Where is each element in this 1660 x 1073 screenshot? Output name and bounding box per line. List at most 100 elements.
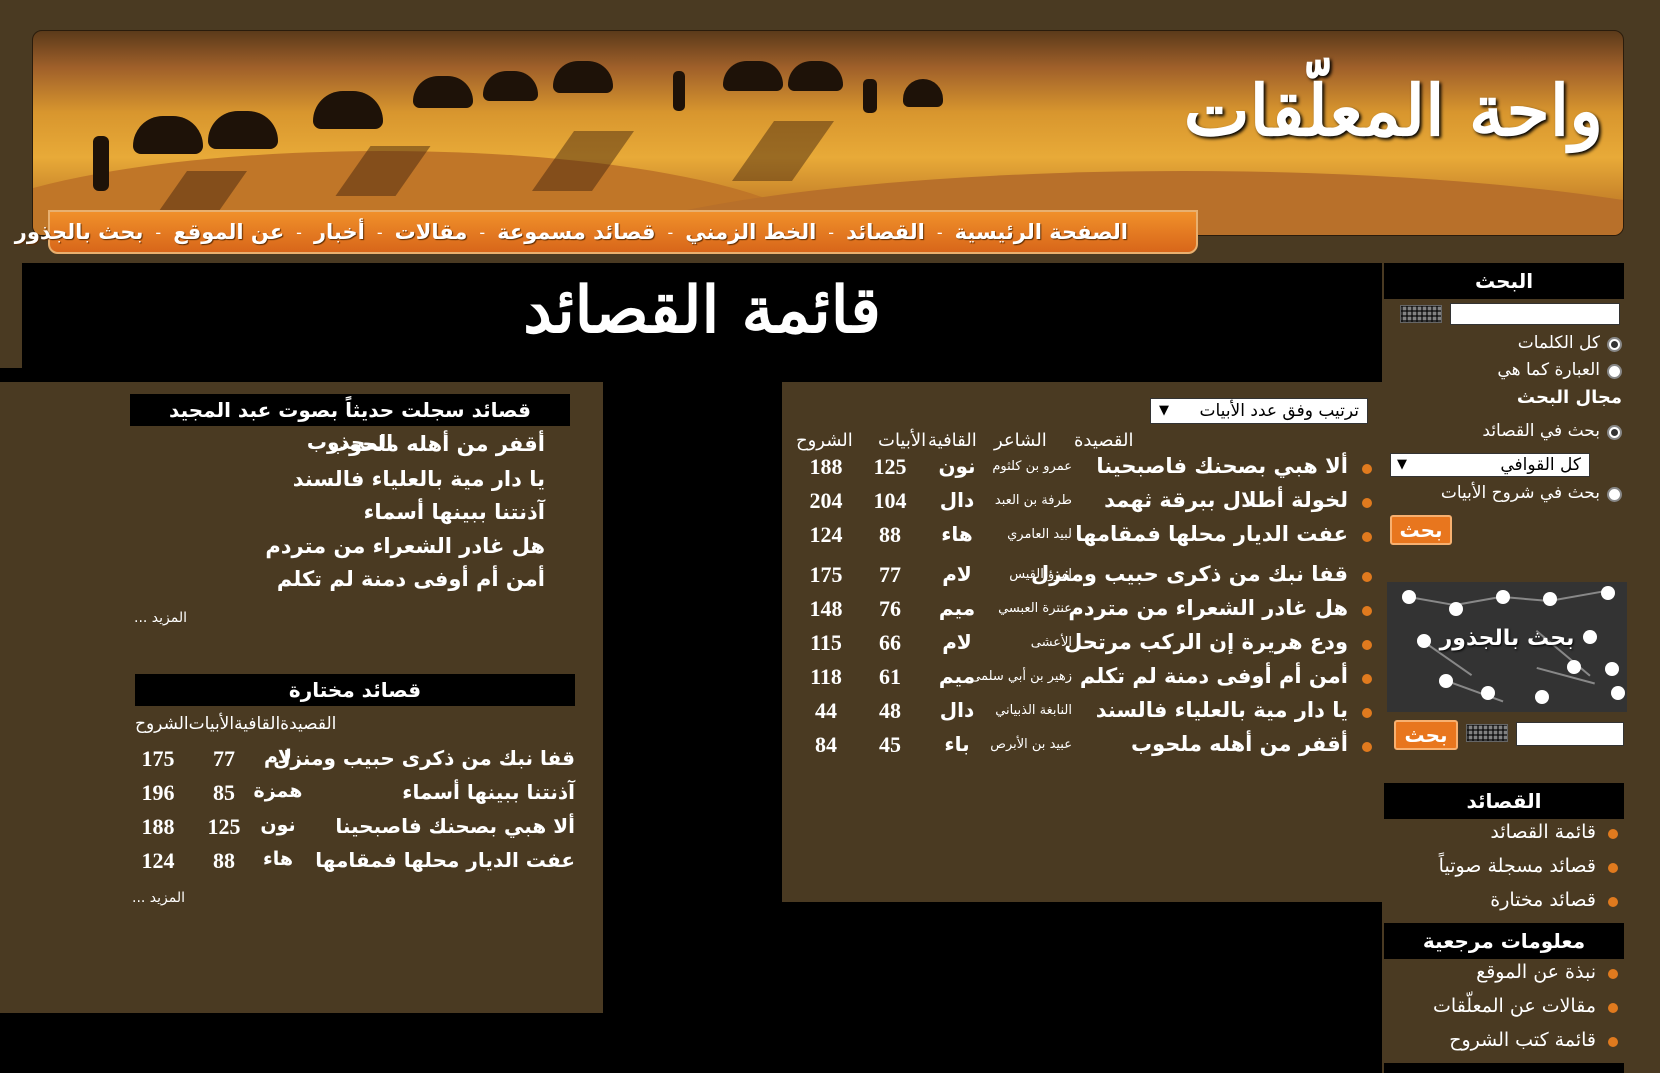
chevron-down-icon: ▼ bbox=[1159, 403, 1169, 418]
sidebar-link-audio-poems[interactable]: قصائد مسجلة صوتياً bbox=[1439, 855, 1596, 877]
rhyme-cell: دال bbox=[939, 698, 975, 722]
section-header-cutoff bbox=[1384, 1063, 1624, 1073]
bullet-icon bbox=[1608, 863, 1618, 873]
poet-name[interactable]: عبيد بن الأبرص bbox=[990, 737, 1072, 752]
camel-silhouette bbox=[788, 61, 843, 91]
poet-name[interactable]: زهير بن أبي سلمى bbox=[970, 669, 1072, 684]
recorded-poem-link[interactable]: هل غادر الشعراء من متردم bbox=[265, 534, 545, 558]
bullet-icon bbox=[1608, 969, 1618, 979]
commentaries-cell: 175 bbox=[809, 562, 843, 587]
poem-title-link[interactable]: أمن أم أوفى دمنة لم تكلم bbox=[1080, 664, 1348, 688]
col-poem: القصيدة bbox=[1074, 430, 1134, 451]
bullet-icon bbox=[1608, 1003, 1618, 1013]
poet-name[interactable]: عمرو بن كلثوم bbox=[992, 459, 1072, 474]
featured-row: آذنتنا ببينها أسماء همزة 85 196 bbox=[130, 780, 576, 810]
nav-separator: - bbox=[936, 222, 943, 242]
featured-poem-link[interactable]: عفت الديار محلها فمقامها bbox=[315, 848, 575, 872]
poet-name[interactable]: امرؤ القيس bbox=[1009, 567, 1072, 582]
camel-silhouette bbox=[483, 71, 538, 101]
camel-silhouette bbox=[413, 76, 473, 108]
featured-poem-link[interactable]: قفا نبك من ذكرى حبيب ومنزل bbox=[273, 746, 575, 770]
poet-name[interactable]: عنترة العبسي bbox=[998, 601, 1072, 616]
camel-silhouette bbox=[208, 111, 278, 149]
network-node bbox=[1605, 662, 1619, 676]
featured-col-verses: الأبيات bbox=[188, 714, 235, 734]
nav-separator: - bbox=[479, 222, 486, 242]
featured-rhyme-cell: هاء bbox=[262, 848, 294, 870]
scope-commentaries-radio[interactable] bbox=[1607, 487, 1622, 502]
bullet-icon bbox=[1362, 464, 1372, 474]
bullet-icon bbox=[1362, 532, 1372, 542]
keyboard-icon[interactable] bbox=[1400, 305, 1442, 323]
nav-home[interactable]: الصفحة الرئيسية bbox=[955, 220, 1128, 244]
search-scope-title: مجال البحث bbox=[1516, 387, 1622, 408]
traveler-silhouette bbox=[863, 79, 877, 113]
roots-search-input[interactable] bbox=[1516, 722, 1624, 746]
recorded-poem-link[interactable]: أمن أم أوفى دمنة لم تكلم bbox=[277, 567, 545, 591]
roots-search-button[interactable]: بحث bbox=[1394, 720, 1458, 750]
poem-title-link[interactable]: عفت الديار محلها فمقامها bbox=[1075, 522, 1348, 546]
featured-verses-cell: 125 bbox=[207, 814, 241, 839]
sidebar-link-about[interactable]: نبذة عن الموقع bbox=[1476, 961, 1596, 983]
nav-about[interactable]: عن الموقع bbox=[173, 220, 284, 244]
header-banner: واحة المعلّقات bbox=[32, 30, 1624, 236]
keyboard-icon[interactable] bbox=[1466, 724, 1508, 742]
sort-select[interactable]: ترتيب وفق عدد الأبيات ▼ bbox=[1150, 398, 1368, 424]
poet-name[interactable]: طرفة بن العبد bbox=[995, 493, 1072, 508]
poems-section-header: القصائد bbox=[1384, 783, 1624, 819]
recorded-poem-link[interactable]: أقفر من أهله ملحوب bbox=[328, 432, 545, 456]
sidebar-link-articles[interactable]: مقالات عن المعلّقات bbox=[1433, 995, 1596, 1017]
nav-news[interactable]: أخبار bbox=[314, 220, 365, 244]
poem-title-link[interactable]: ودع هريرة إن الركب مرتحل bbox=[1064, 630, 1348, 654]
search-input[interactable] bbox=[1450, 303, 1620, 325]
featured-commentaries-cell: 196 bbox=[141, 780, 175, 805]
nav-timeline[interactable]: الخط الزمني bbox=[685, 220, 816, 244]
sidebar-link-commentary-books[interactable]: قائمة كتب الشروح bbox=[1449, 1029, 1596, 1051]
recorded-poem-link[interactable]: يا دار مية بالعلياء فالسند bbox=[293, 467, 545, 491]
option-all-words-radio[interactable] bbox=[1607, 337, 1622, 352]
featured-poems-header: قصائد مختارة bbox=[135, 674, 575, 706]
featured-commentaries-cell: 175 bbox=[141, 746, 175, 771]
bullet-icon bbox=[1362, 606, 1372, 616]
featured-rhyme-cell: نون bbox=[260, 814, 296, 836]
poet-name[interactable]: لبيد العامري bbox=[1007, 527, 1072, 542]
commentaries-cell: 204 bbox=[809, 488, 843, 513]
featured-col-poem: القصيدة bbox=[280, 714, 337, 734]
commentaries-cell: 84 bbox=[815, 732, 837, 757]
network-node bbox=[1535, 690, 1549, 704]
recorded-more-link[interactable]: المزيد ... bbox=[134, 610, 187, 626]
nav-poems[interactable]: القصائد bbox=[846, 220, 925, 244]
scope-poems-radio[interactable] bbox=[1607, 425, 1622, 440]
poem-title-link[interactable]: قفا نبك من ذكرى حبيب ومنزل bbox=[1031, 562, 1348, 586]
site-logo[interactable]: واحة المعلّقات bbox=[1184, 69, 1603, 152]
rhyme-cell: لام bbox=[942, 562, 972, 586]
nav-audio-poems[interactable]: قصائد مسموعة bbox=[497, 220, 655, 244]
poem-row: لخولة أطلال ببرقة ثهمد طرفة بن العبد دال 10… bbox=[782, 488, 1382, 518]
rhyme-select[interactable]: كل القوافي ▼ bbox=[1390, 453, 1590, 477]
featured-poem-link[interactable]: آذنتنا ببينها أسماء bbox=[402, 780, 575, 804]
featured-more-link[interactable]: المزيد ... bbox=[132, 890, 185, 906]
poem-title-link[interactable]: لخولة أطلال ببرقة ثهمد bbox=[1104, 488, 1348, 512]
title-bar: قائمة القصائد bbox=[22, 263, 1382, 368]
featured-row: ألا هبي بصحنك فاصبحينا نون 125 188 bbox=[130, 814, 576, 844]
nav-bar-roots-search[interactable]: بحث بالجذور bbox=[15, 220, 144, 244]
poet-name[interactable]: النابغة الذبياني bbox=[995, 703, 1072, 718]
network-node bbox=[1611, 686, 1625, 700]
featured-rhyme-cell: لام bbox=[263, 746, 293, 768]
poem-title-link[interactable]: يا دار مية بالعلياء فالسند bbox=[1096, 698, 1348, 722]
option-exact-radio[interactable] bbox=[1607, 364, 1622, 379]
poem-title-link[interactable]: ألا هبي بصحنك فاصبحينا bbox=[1096, 454, 1348, 478]
poem-title-link[interactable]: أقفر من أهله ملحوب bbox=[1131, 732, 1348, 756]
recorded-poem-link[interactable]: آذنتنا ببينها أسماء bbox=[364, 500, 545, 524]
poem-title-link[interactable]: هل غادر الشعراء من متردم bbox=[1068, 596, 1348, 620]
poem-row: هل غادر الشعراء من متردم عنترة العبسي ميم 7… bbox=[782, 596, 1382, 626]
sidebar-link-poems-list[interactable]: قائمة القصائد bbox=[1490, 821, 1596, 843]
featured-verses-cell: 77 bbox=[213, 746, 235, 771]
sidebar-link-featured[interactable]: قصائد مختارة bbox=[1490, 889, 1596, 911]
featured-poem-link[interactable]: ألا هبي بصحنك فاصبحينا bbox=[335, 814, 575, 838]
poet-name[interactable]: الأعشى bbox=[1031, 635, 1072, 650]
network-node bbox=[1496, 590, 1510, 604]
bullet-icon bbox=[1362, 674, 1372, 684]
search-button[interactable]: بحث bbox=[1390, 515, 1452, 545]
nav-articles[interactable]: مقالات bbox=[395, 220, 468, 244]
